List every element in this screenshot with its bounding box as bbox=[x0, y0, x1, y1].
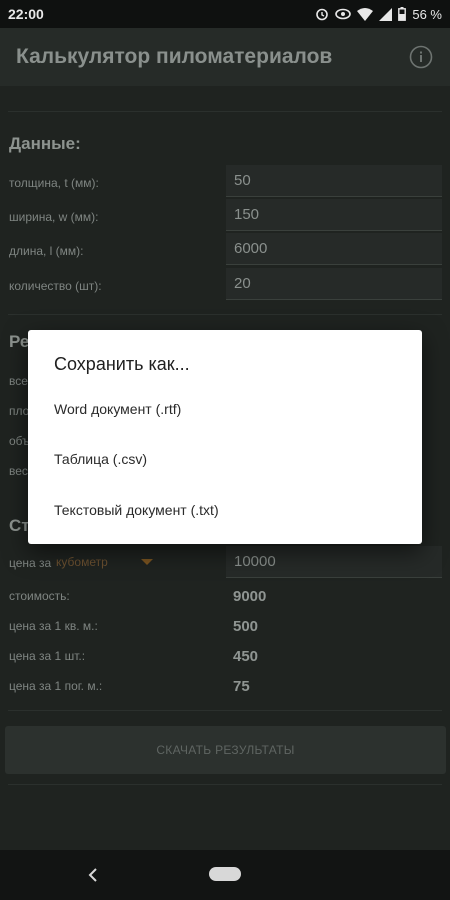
width-input[interactable]: 150 bbox=[226, 199, 442, 231]
price-per-sqm-value: 500 bbox=[233, 618, 259, 635]
divider bbox=[8, 710, 442, 711]
info-icon[interactable] bbox=[408, 44, 434, 70]
back-icon[interactable] bbox=[84, 866, 102, 884]
battery-percent: 56 % bbox=[412, 6, 442, 22]
save-txt-option[interactable]: Текстовый документ (.txt) bbox=[28, 485, 422, 535]
thickness-label: толщина, t (мм): bbox=[9, 176, 99, 190]
signal-icon bbox=[379, 7, 393, 21]
cost-section-title: Ст bbox=[9, 516, 30, 535]
price-per-label: цена за bbox=[9, 556, 52, 570]
width-label: ширина, w (мм): bbox=[9, 210, 99, 224]
divider bbox=[8, 314, 442, 315]
app-title: Калькулятор пиломатериалов bbox=[16, 45, 333, 68]
home-pill[interactable] bbox=[209, 867, 241, 881]
dropdown-arrow-icon[interactable] bbox=[141, 559, 153, 565]
divider bbox=[8, 784, 442, 785]
dialog-title: Сохранить как... bbox=[54, 354, 190, 374]
thickness-input[interactable]: 50 bbox=[226, 165, 442, 197]
results-row-label: все bbox=[9, 374, 28, 388]
price-input[interactable]: 10000 bbox=[226, 546, 442, 578]
status-icons: 56 % bbox=[315, 7, 442, 22]
results-section-title: Ре bbox=[9, 332, 30, 351]
alarm-icon bbox=[315, 7, 329, 21]
status-time: 22:00 bbox=[8, 6, 44, 22]
clipped-text bbox=[232, 86, 235, 94]
price-per-piece-label: цена за 1 шт.: bbox=[9, 649, 86, 663]
results-row-label: пло bbox=[9, 404, 30, 418]
app-bar: Калькулятор пиломатериалов bbox=[0, 28, 450, 86]
length-label: длина, l (мм): bbox=[9, 244, 84, 258]
quantity-label: количество (шт): bbox=[9, 279, 102, 293]
cost-label: стоимость: bbox=[9, 589, 70, 603]
save-rtf-option[interactable]: Word документ (.rtf) bbox=[28, 384, 422, 434]
price-per-meter-label: цена за 1 пог. м.: bbox=[9, 679, 103, 693]
price-per-sqm-label: цена за 1 кв. м.: bbox=[9, 619, 98, 633]
price-per-piece-value: 450 bbox=[233, 648, 259, 665]
cost-value: 9000 bbox=[233, 588, 267, 605]
status-bar: 22:00 56 % bbox=[0, 0, 450, 28]
length-input[interactable]: 6000 bbox=[226, 233, 442, 265]
divider bbox=[8, 111, 442, 112]
wifi-icon bbox=[357, 7, 374, 21]
navigation-bar bbox=[0, 850, 450, 900]
results-row-label: объ bbox=[9, 434, 30, 448]
quantity-input[interactable]: 20 bbox=[226, 268, 442, 300]
unit-dropdown[interactable]: кубометр bbox=[56, 555, 108, 569]
save-as-dialog: Сохранить как... Word документ (.rtf) Та… bbox=[28, 330, 422, 544]
download-results-button[interactable]: СКАЧАТЬ РЕЗУЛЬТАТЫ bbox=[5, 726, 446, 774]
battery-icon bbox=[398, 7, 407, 21]
results-row-label: вес bbox=[9, 464, 28, 478]
data-section-title: Данные: bbox=[9, 134, 81, 153]
price-per-meter-value: 75 bbox=[233, 678, 250, 695]
save-csv-option[interactable]: Таблица (.csv) bbox=[28, 434, 422, 484]
eye-icon bbox=[335, 8, 352, 20]
